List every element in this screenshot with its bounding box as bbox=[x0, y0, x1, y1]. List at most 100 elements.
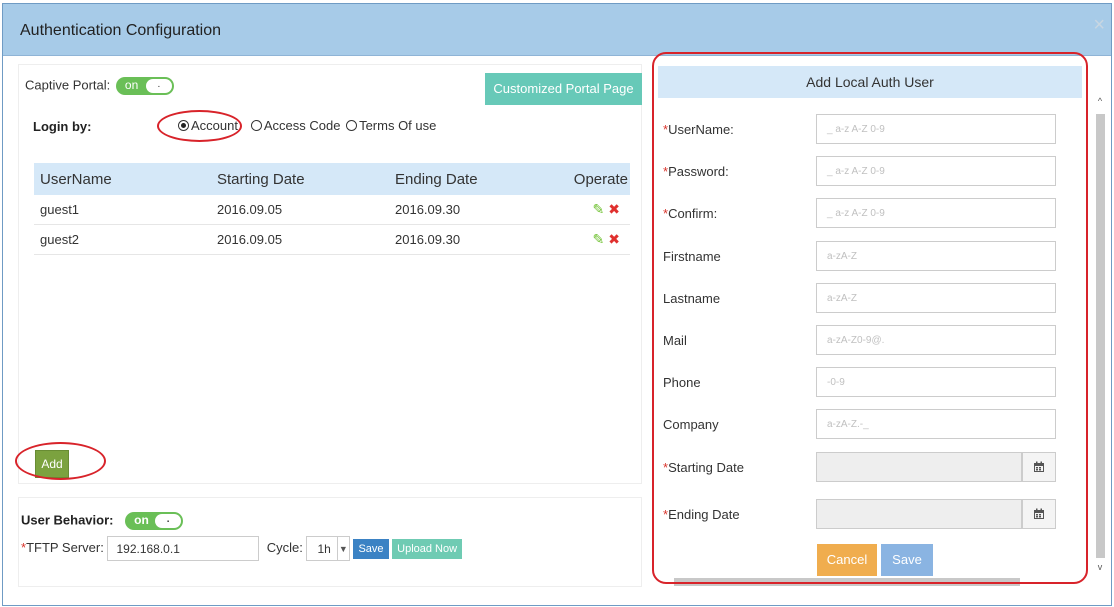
login-by-radio-group: Account Access Code Terms Of use bbox=[178, 118, 438, 133]
header-username: UserName bbox=[40, 170, 112, 188]
tftp-row: *TFTP Server: 192.168.0.1 Cycle: 1h ▼ Sa… bbox=[21, 536, 463, 561]
cell-username: guest2 bbox=[40, 232, 80, 247]
cancel-button[interactable]: Cancel bbox=[817, 544, 877, 576]
header-operate: Operate bbox=[573, 170, 628, 188]
radio-terms-of-use[interactable]: Terms Of use bbox=[346, 118, 436, 133]
firstname-label: Firstname bbox=[663, 249, 721, 264]
phone-input[interactable]: -0-9 bbox=[816, 367, 1056, 397]
cell-username: guest1 bbox=[40, 202, 80, 217]
customized-portal-page-button[interactable]: Customized Portal Page bbox=[485, 73, 642, 105]
radio-empty-icon bbox=[250, 120, 262, 131]
scroll-down-arrow-icon[interactable]: v bbox=[1094, 562, 1106, 576]
save-tftp-button[interactable]: Save bbox=[353, 538, 389, 559]
captive-portal-row: Captive Portal: on . bbox=[25, 77, 174, 95]
calendar-icon[interactable] bbox=[1022, 499, 1056, 529]
radio-access-code[interactable]: Access Code bbox=[244, 118, 341, 133]
dialog-titlebar: Authentication Configuration × bbox=[3, 4, 1111, 56]
cycle-select[interactable]: 1h ▼ bbox=[306, 536, 350, 561]
mail-label: Mail bbox=[663, 333, 687, 348]
password-input[interactable]: _ a-z A-Z 0-9 bbox=[816, 156, 1056, 186]
toggle-on-text: on bbox=[134, 513, 149, 527]
lastname-row: Lastname a-zA-Z bbox=[663, 283, 1056, 313]
starting-date-label: *Starting Date bbox=[663, 460, 744, 475]
delete-x-icon[interactable]: ✖ bbox=[608, 201, 620, 218]
username-input[interactable]: _ a-z A-Z 0-9 bbox=[816, 114, 1056, 144]
radio-terms-label: Terms Of use bbox=[359, 118, 437, 133]
header-starting-date: Starting Date bbox=[217, 170, 305, 188]
scrollbar-thumb[interactable] bbox=[1096, 114, 1105, 558]
ending-date-input[interactable] bbox=[816, 499, 1022, 529]
vertical-scrollbar[interactable]: ^ v bbox=[1094, 96, 1106, 576]
username-label-text: UserName: bbox=[668, 122, 734, 137]
user-behavior-panel: User Behavior: on . *TFTP Server: 192.16… bbox=[18, 497, 642, 587]
starting-date-row: *Starting Date bbox=[663, 452, 1056, 482]
confirm-input[interactable]: _ a-z A-Z 0-9 bbox=[816, 198, 1056, 228]
company-row: Company a-zA-Z.-_ bbox=[663, 409, 1056, 439]
company-input[interactable]: a-zA-Z.-_ bbox=[816, 409, 1056, 439]
calendar-icon[interactable] bbox=[1022, 452, 1056, 482]
firstname-row: Firstname a-zA-Z bbox=[663, 241, 1056, 271]
password-label: *Password: bbox=[663, 164, 729, 179]
lastname-label: Lastname bbox=[663, 291, 721, 306]
cell-operate: ✎ ✖ bbox=[570, 231, 630, 248]
login-settings-panel: Captive Portal: on . Customized Portal P… bbox=[18, 64, 642, 484]
save-user-button[interactable]: Save bbox=[881, 544, 933, 576]
starting-date-input[interactable] bbox=[816, 452, 1022, 482]
cell-starting-date: 2016.09.05 bbox=[217, 232, 283, 247]
user-behavior-toggle[interactable]: on . bbox=[125, 512, 184, 530]
ending-date-label: *Ending Date bbox=[663, 507, 740, 522]
upload-now-button[interactable]: Upload Now bbox=[392, 538, 463, 559]
delete-x-icon[interactable]: ✖ bbox=[608, 231, 620, 248]
scrollbar-thumb[interactable] bbox=[674, 578, 1020, 586]
add-user-panel-header: Add Local Auth User bbox=[658, 66, 1082, 98]
users-table: UserName Starting Date Ending Date Opera… bbox=[34, 163, 630, 255]
radio-account[interactable]: Account bbox=[178, 118, 238, 133]
password-row: *Password: _ a-z A-Z 0-9 bbox=[663, 156, 1056, 186]
horizontal-scrollbar[interactable] bbox=[660, 576, 1060, 586]
ending-date-label-text: Ending Date bbox=[668, 507, 740, 522]
add-user-button[interactable]: Add bbox=[35, 450, 69, 478]
password-label-text: Password: bbox=[668, 164, 729, 179]
cell-ending-date: 2016.09.30 bbox=[395, 202, 461, 217]
company-label: Company bbox=[663, 417, 719, 432]
scroll-up-arrow-icon[interactable]: ^ bbox=[1094, 96, 1106, 110]
phone-row: Phone -0-9 bbox=[663, 367, 1056, 397]
ending-date-row: *Ending Date bbox=[663, 499, 1056, 529]
confirm-label: *Confirm: bbox=[663, 206, 717, 221]
close-icon[interactable]: × bbox=[1093, 14, 1105, 37]
add-local-auth-user-panel: Add Local Auth User *UserName: _ a-z A-Z… bbox=[655, 66, 1083, 591]
table-row: guest1 2016.09.05 2016.09.30 ✎ ✖ bbox=[34, 195, 630, 225]
captive-portal-label: Captive Portal: bbox=[25, 77, 111, 93]
lastname-input[interactable]: a-zA-Z bbox=[816, 283, 1056, 313]
username-row: *UserName: _ a-z A-Z 0-9 bbox=[663, 114, 1056, 144]
user-behavior-label: User Behavior: bbox=[21, 512, 114, 528]
radio-selected-icon bbox=[178, 120, 189, 131]
cell-starting-date: 2016.09.05 bbox=[217, 202, 283, 217]
firstname-input[interactable]: a-zA-Z bbox=[816, 241, 1056, 271]
login-by-label: Login by: bbox=[33, 119, 92, 134]
confirm-row: *Confirm: _ a-z A-Z 0-9 bbox=[663, 198, 1056, 228]
edit-pencil-icon[interactable]: ✎ bbox=[593, 231, 605, 248]
toggle-knob: . bbox=[155, 514, 182, 528]
mail-input[interactable]: a-zA-Z0-9@. bbox=[816, 325, 1056, 355]
captive-portal-toggle[interactable]: on . bbox=[115, 77, 174, 95]
cycle-label: Cycle: bbox=[266, 539, 303, 555]
radio-empty-icon bbox=[346, 120, 358, 131]
mail-row: Mail a-zA-Z0-9@. bbox=[663, 325, 1056, 355]
phone-label: Phone bbox=[663, 375, 701, 390]
confirm-label-text: Confirm: bbox=[668, 206, 718, 221]
chevron-down-icon: ▼ bbox=[336, 537, 349, 560]
edit-pencil-icon[interactable]: ✎ bbox=[593, 201, 605, 218]
header-ending-date: Ending Date bbox=[395, 170, 478, 188]
radio-access-code-label: Access Code bbox=[263, 118, 341, 133]
dialog-title: Authentication Configuration bbox=[20, 22, 222, 39]
cell-operate: ✎ ✖ bbox=[570, 201, 630, 218]
toggle-knob: . bbox=[145, 79, 172, 93]
table-row: guest2 2016.09.05 2016.09.30 ✎ ✖ bbox=[34, 225, 630, 255]
radio-account-label: Account bbox=[191, 118, 238, 133]
tftp-server-input[interactable]: 192.168.0.1 bbox=[107, 536, 260, 561]
cycle-value: 1h bbox=[317, 541, 331, 556]
user-behavior-row: User Behavior: on . bbox=[21, 512, 184, 530]
starting-date-label-text: Starting Date bbox=[668, 460, 744, 475]
toggle-on-text: on bbox=[124, 78, 139, 92]
